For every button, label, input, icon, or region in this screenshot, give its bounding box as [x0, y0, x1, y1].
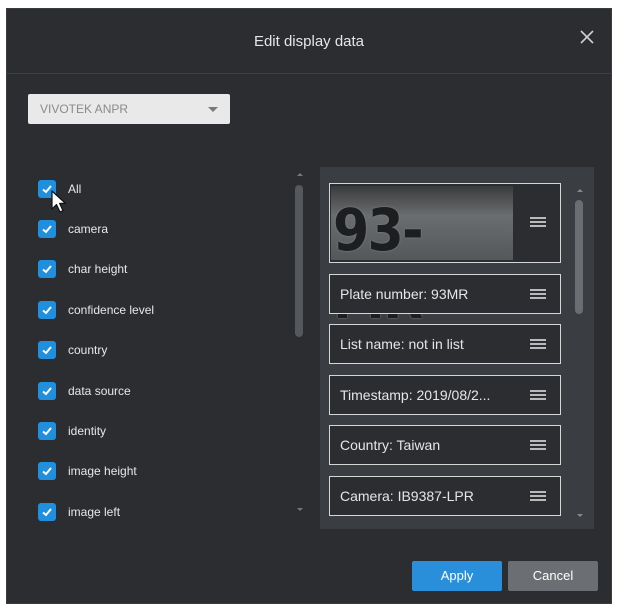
checkbox-checked-icon[interactable]: [38, 220, 56, 238]
checkbox-data-source[interactable]: data source: [38, 380, 131, 402]
checkbox-checked-icon[interactable]: [38, 301, 56, 319]
drag-handle-icon[interactable]: [530, 440, 546, 450]
checkbox-label: confidence level: [68, 303, 155, 317]
right-scroll-up-arrow-icon[interactable]: [577, 189, 583, 192]
apply-button[interactable]: Apply: [412, 561, 502, 591]
drag-handle-icon[interactable]: [530, 289, 546, 299]
drag-handle-icon[interactable]: [530, 491, 546, 501]
right-scroll-down-arrow-icon[interactable]: [577, 514, 583, 517]
display-item-timestamp[interactable]: Timestamp: 2019/08/2...: [329, 375, 561, 415]
checkbox-checked-icon[interactable]: [38, 382, 56, 400]
checkbox-label: image left: [68, 505, 121, 519]
checkbox-label: image height: [68, 464, 137, 478]
cancel-button[interactable]: Cancel: [508, 561, 598, 591]
source-dropdown[interactable]: VIVOTEK ANPR: [28, 94, 230, 124]
mouse-pointer-icon: [50, 190, 68, 219]
left-scrollbar-thumb[interactable]: [295, 185, 303, 337]
display-item-country[interactable]: Country: Taiwan: [329, 425, 561, 465]
checkbox-char-height[interactable]: char height: [38, 258, 127, 280]
left-scroll-down-arrow-icon[interactable]: [297, 508, 303, 511]
checkbox-image-left[interactable]: image left: [38, 501, 120, 523]
close-icon[interactable]: [577, 27, 597, 47]
license-plate-image: 93-MR: [331, 186, 513, 332]
dialog-header: Edit display data: [7, 9, 611, 74]
drag-handle-icon[interactable]: [530, 217, 546, 227]
checkbox-checked-icon[interactable]: [38, 341, 56, 359]
checkbox-label: char height: [68, 262, 128, 276]
checkbox-identity[interactable]: identity: [38, 420, 106, 442]
dialog-title: Edit display data: [253, 33, 365, 50]
right-scrollbar-thumb[interactable]: [575, 200, 583, 314]
checkbox-checked-icon[interactable]: [38, 462, 56, 480]
checkbox-checked-icon[interactable]: [38, 422, 56, 440]
checkbox-checked-icon[interactable]: [38, 260, 56, 278]
checkbox-label: country: [68, 343, 108, 357]
display-item-list-name[interactable]: List name: not in list: [329, 324, 561, 364]
chevron-down-icon: [208, 107, 218, 112]
display-item-label: List name: not in list: [340, 336, 464, 352]
checkbox-label: data source: [68, 384, 131, 398]
display-item-plate-image[interactable]: 93-MR: [329, 183, 561, 332]
drag-handle-icon[interactable]: [530, 339, 546, 349]
checkbox-camera[interactable]: camera: [38, 218, 108, 240]
checkbox-label: camera: [68, 222, 109, 236]
checkbox-country[interactable]: country: [38, 339, 107, 361]
drag-handle-icon[interactable]: [530, 390, 546, 400]
source-dropdown-value: VIVOTEK ANPR: [40, 102, 129, 116]
display-order-panel: 93-MR Plate number: 93MR List name: not …: [320, 167, 594, 529]
display-item-label: Camera: IB9387-LPR: [340, 488, 474, 504]
checkbox-confidence-level[interactable]: confidence level: [38, 299, 154, 321]
display-item-plate-number[interactable]: Plate number: 93MR: [329, 274, 561, 314]
display-item-label: Timestamp: 2019/08/2...: [340, 387, 491, 403]
checkbox-checked-icon[interactable]: [38, 503, 56, 521]
display-item-label: Plate number: 93MR: [340, 286, 469, 302]
display-item-camera[interactable]: Camera: IB9387-LPR: [329, 476, 561, 516]
checkbox-image-height[interactable]: image height: [38, 460, 137, 482]
checkbox-label: identity: [68, 424, 107, 438]
display-item-label: Country: Taiwan: [340, 437, 441, 453]
left-scroll-up-arrow-icon[interactable]: [297, 173, 303, 176]
checkbox-label: All: [68, 182, 82, 196]
